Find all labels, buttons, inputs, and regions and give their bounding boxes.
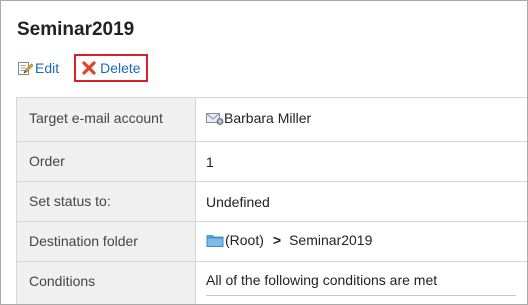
- row-value: 1: [195, 141, 527, 182]
- row-label: Destination folder: [16, 221, 196, 262]
- delete-button[interactable]: Delete: [74, 54, 148, 82]
- table-row-target-account: Target e-mail account Barbara Miller: [16, 97, 527, 142]
- conditions-summary: All of the following conditions are met: [206, 272, 438, 288]
- action-toolbar: Edit Delete: [17, 54, 148, 82]
- row-value: (Root) > Seminar2019: [195, 221, 527, 262]
- table-row-order: Order 1: [16, 141, 527, 182]
- row-label: Conditions: [16, 261, 196, 304]
- row-label: Set status to:: [16, 181, 196, 222]
- table-row-conditions: Conditions All of the following conditio…: [16, 261, 527, 304]
- row-value: Barbara Miller: [195, 97, 527, 142]
- row-value: Undefined: [195, 181, 527, 222]
- edit-button[interactable]: Edit: [17, 55, 59, 81]
- destination-folder-name[interactable]: Seminar2019: [289, 232, 372, 248]
- row-label: Target e-mail account: [16, 97, 196, 142]
- folder-icon: [206, 232, 224, 248]
- delete-label: Delete: [100, 60, 141, 76]
- page-frame: Seminar2019 Edit Delete Target e-mail ac…: [0, 0, 528, 305]
- edit-icon: [17, 60, 34, 76]
- path-separator: >: [272, 232, 282, 248]
- mail-account-icon: [206, 110, 224, 126]
- delete-x-icon: [81, 60, 97, 76]
- root-folder-link[interactable]: (Root): [225, 232, 264, 248]
- page-title: Seminar2019: [17, 19, 135, 40]
- conditions-list-box: [206, 295, 516, 300]
- edit-label: Edit: [35, 60, 60, 76]
- row-label: Order: [16, 141, 196, 182]
- account-name: Barbara Miller: [224, 110, 312, 126]
- row-value: All of the following conditions are met: [195, 261, 527, 304]
- table-row-destination: Destination folder (Root) > Seminar2019: [16, 221, 527, 262]
- rule-details-table: Target e-mail account Barbara Miller Ord…: [16, 97, 527, 304]
- table-row-status: Set status to: Undefined: [16, 181, 527, 222]
